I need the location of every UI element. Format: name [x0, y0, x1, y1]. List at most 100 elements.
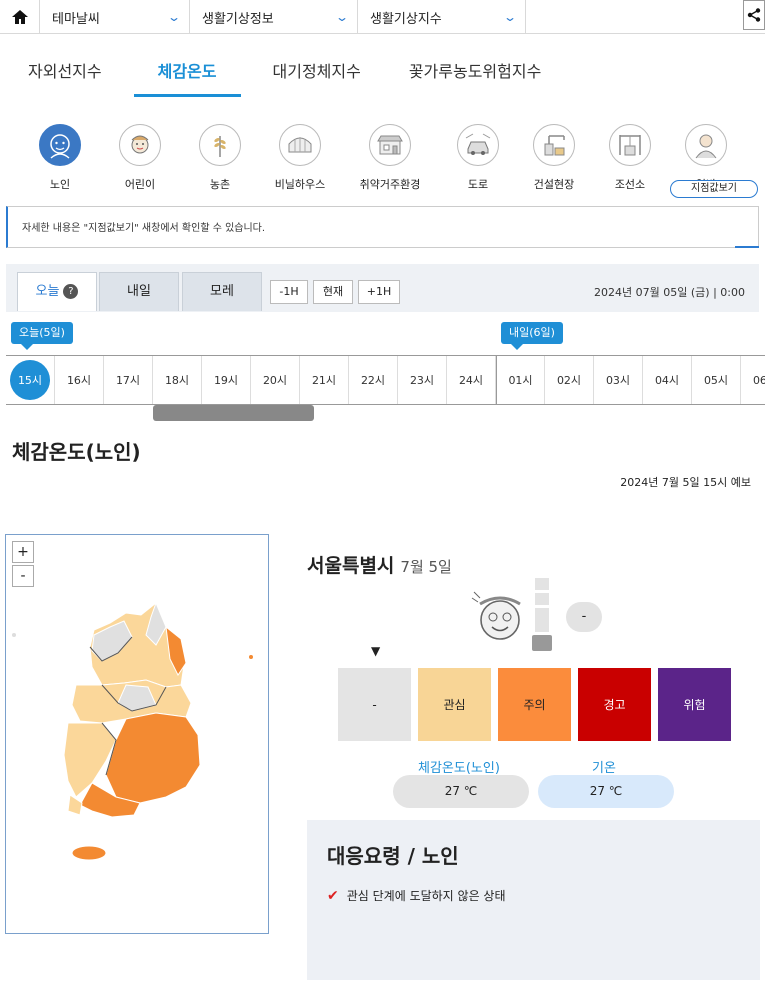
air-temp-label: 기온 — [592, 761, 616, 776]
level-step — [535, 608, 549, 620]
category-label: 건설현장 — [533, 178, 575, 191]
level-none: - — [338, 668, 411, 741]
level-attention: 관심 — [418, 668, 491, 741]
category-construction-site[interactable]: 건설현장 — [516, 124, 592, 192]
info-corner-accent — [735, 246, 759, 248]
tab-day-after-tomorrow[interactable]: 모레 — [182, 272, 262, 311]
city-date: 7월 5일 — [400, 558, 452, 576]
hour-cell[interactable]: 16시 — [55, 356, 104, 404]
category-shipyard[interactable]: 조선소 — [592, 124, 668, 192]
shipyard-crane-icon — [609, 124, 651, 166]
hour-cell[interactable]: 19시 — [202, 356, 251, 404]
share-button[interactable] — [743, 0, 765, 30]
construction-icon — [533, 124, 575, 166]
level-step — [535, 593, 549, 605]
top-navigation: 테마날씨 ⌄ 생활기상정보 ⌄ 생활기상지수 ⌄ — [0, 0, 765, 34]
tab-air-stagnation[interactable]: 대기정체지수 — [257, 52, 377, 97]
selected-hour: 15시 — [10, 360, 50, 400]
tab-pollen-risk[interactable]: 꽃가루농도위험지수 — [393, 52, 557, 97]
info-text: 자세한 내용은 "지점값보기" 새창에서 확인할 수 있습니다. — [22, 223, 266, 234]
category-road[interactable]: 도로 — [440, 124, 516, 192]
category-label: 어린이 — [124, 178, 156, 191]
apparent-temp-value: 27 ℃ — [393, 775, 529, 808]
home-icon — [11, 10, 28, 24]
hour-cell[interactable]: 05시 — [692, 356, 741, 404]
category-elderly[interactable]: 노인 — [20, 124, 100, 192]
hour-scrollbar[interactable] — [153, 405, 314, 421]
hour-cell[interactable]: 04시 — [643, 356, 692, 404]
level-caution: 주의 — [498, 668, 571, 741]
hour-cell[interactable]: 17시 — [104, 356, 153, 404]
target-category-list: 노인 어린이 농촌 비닐하우스 취약거주환경 도로 건설현장 조선소 — [20, 124, 744, 192]
minus-one-hour-button[interactable]: -1H — [270, 280, 308, 304]
city-heading: 서울특별시 7월 5일 — [307, 551, 452, 578]
chevron-down-icon: ⌄ — [334, 10, 350, 24]
category-children[interactable]: 어린이 — [100, 124, 180, 192]
response-item-text: 관심 단계에 도달하지 않은 상태 — [346, 889, 506, 903]
korea-map[interactable]: + - — [5, 534, 269, 934]
check-icon: ✔ — [327, 887, 339, 904]
forecast-time: 2024년 7월 5일 15시 예보 — [620, 476, 751, 489]
city-name: 서울특별시 — [307, 555, 395, 577]
section-title: 체감온도(노인) — [12, 440, 141, 464]
life-weather-info-dropdown[interactable]: 생활기상정보 ⌄ — [190, 0, 358, 34]
hour-cell[interactable]: 24시 — [447, 356, 496, 404]
day-selector-bar: 오늘? 내일 모레 -1H 현재 +1H 2024년 07월 05일 (금) |… — [6, 264, 759, 312]
hour-cell[interactable]: 02시 — [545, 356, 594, 404]
elderly-icon — [39, 124, 81, 166]
car-icon — [457, 124, 499, 166]
chevron-down-icon: ⌄ — [502, 10, 518, 24]
level-warning: 경고 — [578, 668, 651, 741]
tab-today[interactable]: 오늘? — [17, 272, 97, 311]
plus-one-hour-button[interactable]: +1H — [358, 280, 400, 304]
hour-cell[interactable]: 23시 — [398, 356, 447, 404]
child-icon — [119, 124, 161, 166]
wheat-icon — [199, 124, 241, 166]
tab-tomorrow[interactable]: 내일 — [99, 272, 179, 311]
category-label: 노인 — [49, 178, 71, 191]
hour-cell[interactable]: 22시 — [349, 356, 398, 404]
level-step — [535, 620, 549, 632]
dropdown-label: 테마날씨 — [52, 11, 100, 27]
category-vulnerable-housing[interactable]: 취약거주환경 — [340, 124, 440, 192]
category-label: 농촌 — [209, 178, 231, 191]
dropdown-label: 생활기상지수 — [370, 11, 442, 27]
level-danger: 위험 — [658, 668, 731, 741]
hour-cell[interactable]: 18시 — [153, 356, 202, 404]
current-hour-button[interactable]: 현재 — [313, 280, 353, 304]
tab-uv-index[interactable]: 자외선지수 — [12, 52, 118, 97]
level-step — [535, 578, 549, 590]
person-icon — [685, 124, 727, 166]
chevron-down-icon: ⌄ — [166, 10, 182, 24]
response-guide: 대응요령 / 노인 ✔ 관심 단계에 도달하지 않은 상태 — [307, 820, 760, 980]
category-label: 도로 — [467, 178, 489, 191]
hour-cell[interactable]: 20시 — [251, 356, 300, 404]
tab-apparent-temperature[interactable]: 체감온도 — [133, 52, 241, 97]
greenhouse-icon — [279, 124, 321, 166]
home-button[interactable] — [0, 0, 40, 34]
house-icon — [369, 124, 411, 166]
category-farming[interactable]: 농촌 — [180, 124, 260, 192]
status-bubble: - — [566, 602, 602, 632]
hour-cell[interactable]: 15시 — [6, 356, 55, 404]
index-tabs: 자외선지수 체감온도 대기정체지수 꽃가루농도위험지수 — [12, 52, 573, 97]
air-temp-value: 27 ℃ — [538, 775, 674, 808]
category-label: 취약거주환경 — [359, 178, 421, 191]
hour-cell[interactable]: 03시 — [594, 356, 643, 404]
category-greenhouse[interactable]: 비닐하우스 — [260, 124, 340, 192]
life-weather-index-dropdown[interactable]: 생활기상지수 ⌄ — [358, 0, 526, 34]
category-label: 비닐하우스 — [274, 178, 326, 191]
response-title: 대응요령 / 노인 — [327, 844, 459, 868]
elderly-face-icon — [471, 591, 521, 640]
today-label: 오늘(5일) — [11, 322, 73, 350]
share-icon — [747, 8, 761, 22]
dropdown-label: 생활기상정보 — [202, 11, 274, 27]
hour-cell[interactable]: 21시 — [300, 356, 349, 404]
hour-cell[interactable]: 01시 — [496, 356, 545, 404]
view-point-values-button[interactable]: 지점값보기 — [670, 180, 758, 198]
help-icon[interactable]: ? — [63, 284, 79, 299]
hour-timeline: 15시 16시 17시 18시 19시 20시 21시 22시 23시 24시 … — [6, 355, 765, 405]
tab-today-label: 오늘 — [35, 284, 60, 299]
hour-cell[interactable]: 06시 — [741, 356, 765, 404]
theme-weather-dropdown[interactable]: 테마날씨 ⌄ — [40, 0, 190, 34]
